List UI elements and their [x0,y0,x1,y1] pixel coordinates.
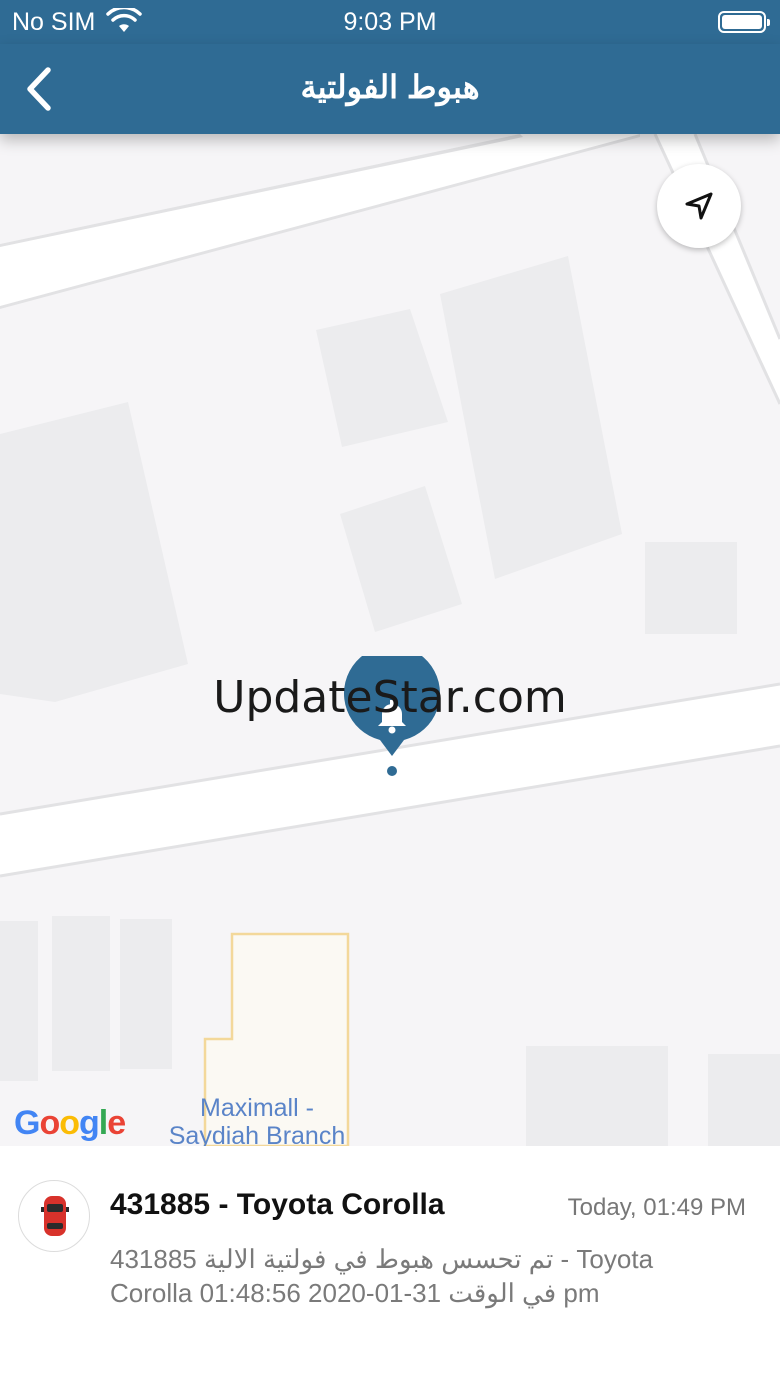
map-view[interactable]: Maximall - Saydiah Branch Google [0,134,780,1146]
alert-title: 431885 - Toyota Corolla [110,1188,445,1221]
page-title: هبوط الفولتية [300,69,480,105]
battery-icon [718,11,770,33]
avatar [18,1180,90,1252]
map-tiles [0,134,780,1146]
my-location-button[interactable] [657,164,741,248]
alert-message-line-2: Corolla في الوقت 31-01-2020 01:48:56 pm [110,1278,600,1308]
alert-panel: 431885 - Toyota Corolla Today, 01:49 PM … [0,1146,780,1387]
status-bar: No SIM 9:03 PM [0,0,780,44]
alert-timestamp: Today, 01:49 PM [567,1194,746,1221]
alert-map-marker[interactable] [342,645,442,776]
bell-marker-icon [344,645,440,776]
alert-message: تم تحسس هبوط في فولتية الالية 431885 - T… [110,1242,750,1310]
car-icon [41,1196,69,1236]
map-poi-label[interactable]: Maximall - Saydiah Branch [162,1094,352,1146]
alert-list-item[interactable]: 431885 - Toyota Corolla Today, 01:49 PM … [0,1146,780,1387]
google-logo: Google [14,1104,126,1142]
clock: 9:03 PM [343,8,437,36]
alert-message-line-1: تم تحسس هبوط في فولتية الالية 431885 - T… [110,1244,654,1274]
location-arrow-icon [685,192,713,220]
navigation-bar: هبوط الفولتية [0,44,780,134]
